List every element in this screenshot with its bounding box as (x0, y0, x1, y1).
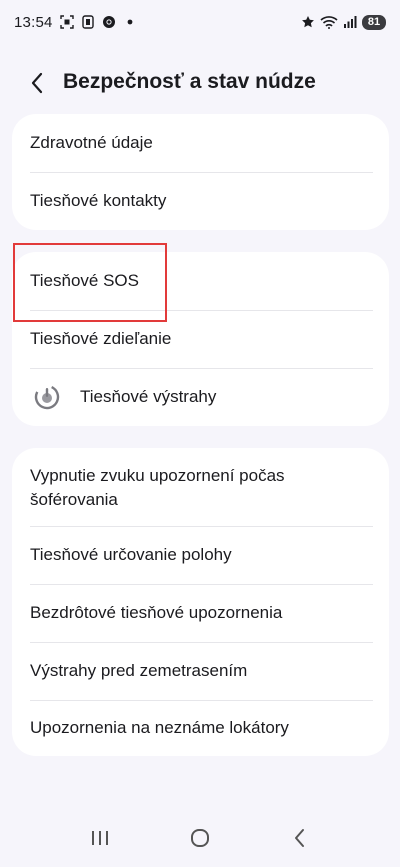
recent-apps-icon (92, 831, 108, 845)
item-tiesnove-sos[interactable]: Tiesňové SOS (12, 252, 389, 310)
screen: 13:54 81 Bezpečnosť a stav núdze Zdravot… (0, 0, 400, 867)
settings-group-1: Zdravotné údaje Tiesňové kontakty (12, 114, 389, 230)
home-button[interactable] (180, 818, 220, 858)
item-tiesnove-zdielanie[interactable]: Tiesňové zdieľanie (12, 310, 389, 368)
chrome-icon (102, 15, 116, 29)
item-label: Tiesňové kontakty (30, 191, 167, 210)
status-right: 81 (301, 14, 386, 30)
item-tiesnove-kontakty[interactable]: Tiesňové kontakty (12, 172, 389, 230)
item-tiesnove-urcovanie-polohy[interactable]: Tiesňové určovanie polohy (12, 526, 389, 584)
dot-icon (123, 15, 137, 29)
signal-icon (343, 15, 357, 29)
screenshot-icon (59, 15, 74, 29)
item-label: Tiesňové určovanie polohy (30, 545, 232, 564)
page-title: Bezpečnosť a stav núdze (63, 70, 316, 93)
item-label: Tiesňové zdieľanie (30, 329, 172, 348)
item-label: Zdravotné údaje (30, 133, 153, 152)
chevron-left-icon (295, 829, 304, 847)
item-zdravotne-udaje[interactable]: Zdravotné údaje (12, 114, 389, 172)
status-left: 13:54 (14, 14, 137, 31)
settings-group-3: Vypnutie zvuku upozornení počas šoférova… (12, 448, 389, 756)
item-label: Bezdrôtové tiesňové upozornenia (30, 603, 283, 622)
wifi-icon (320, 15, 338, 29)
star-icon (301, 15, 315, 29)
back-button[interactable] (22, 68, 52, 98)
home-icon (191, 829, 209, 847)
item-label: Výstrahy pred zemetrasením (30, 661, 248, 680)
recent-apps-button[interactable] (80, 818, 120, 858)
item-vypnutie-zvuku[interactable]: Vypnutie zvuku upozornení počas šoférova… (12, 448, 389, 526)
battery-indicator: 81 (362, 14, 386, 30)
item-label: Tiesňové výstrahy (80, 387, 217, 406)
back-nav-button[interactable] (280, 818, 320, 858)
status-time: 13:54 (14, 13, 53, 31)
item-label: Upozornenia na neznáme lokátory (30, 718, 289, 737)
item-nezname-lokatory[interactable]: Upozornenia na neznáme lokátory (12, 700, 389, 756)
item-label: Vypnutie zvuku upozornení počas šoférova… (30, 466, 285, 509)
sim-icon (81, 15, 95, 29)
item-bezdrotove-upozornenia[interactable]: Bezdrôtové tiesňové upozornenia (12, 584, 389, 642)
alert-power-icon (34, 384, 60, 410)
status-bar: 13:54 81 (0, 0, 400, 44)
item-label: Tiesňové SOS (30, 271, 139, 290)
item-vystrahy-zemetrasenim[interactable]: Výstrahy pred zemetrasením (12, 642, 389, 700)
chevron-left-icon (31, 72, 43, 94)
app-header: Bezpečnosť a stav núdze (0, 56, 400, 108)
settings-group-2: Tiesňové SOS Tiesňové zdieľanie Tiesňové… (12, 252, 389, 426)
item-tiesnove-vystrahy[interactable]: Tiesňové výstrahy (12, 368, 389, 426)
navigation-bar (0, 809, 400, 867)
